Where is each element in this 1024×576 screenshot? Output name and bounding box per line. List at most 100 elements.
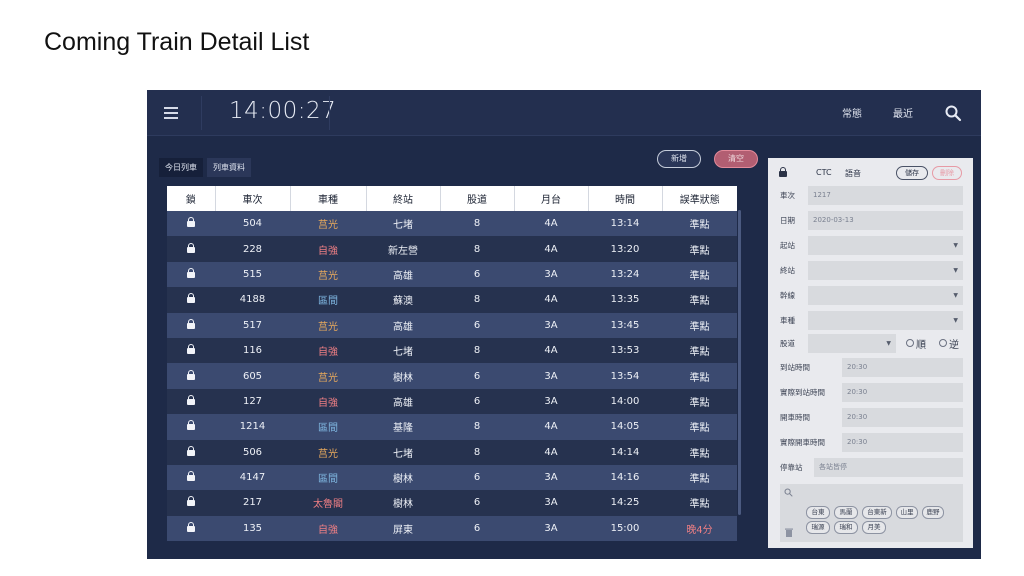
lock-icon[interactable] bbox=[187, 217, 195, 228]
menu-icon[interactable] bbox=[161, 102, 183, 124]
table-row[interactable]: 217 太魯閣 樹林 6 3A 14:25 準點 bbox=[167, 490, 737, 516]
clear-button[interactable]: 清空 bbox=[714, 150, 758, 168]
lock-icon[interactable] bbox=[187, 369, 195, 380]
lock-icon[interactable] bbox=[187, 445, 195, 456]
destination-cell: 七堵 bbox=[366, 337, 440, 364]
col-header[interactable]: 誤準狀態 bbox=[662, 186, 737, 211]
table-row[interactable]: 1214 區間 基隆 8 4A 14:05 準點 bbox=[167, 414, 737, 440]
col-header[interactable]: 鎖 bbox=[167, 186, 216, 211]
search-icon[interactable] bbox=[944, 104, 962, 122]
status-cell: 準點 bbox=[662, 312, 737, 338]
forward-radio[interactable] bbox=[906, 339, 914, 347]
lock-cell bbox=[167, 261, 215, 288]
field-label: 日期 bbox=[780, 216, 795, 225]
caret-down-icon: ▼ bbox=[953, 317, 958, 324]
station-chip[interactable]: 台東 bbox=[806, 506, 830, 519]
status-cell: 準點 bbox=[662, 414, 737, 440]
col-header[interactable]: 車種 bbox=[290, 186, 367, 211]
lock-icon[interactable] bbox=[187, 267, 195, 278]
time-input[interactable]: 20:30 bbox=[842, 383, 963, 402]
station-chip[interactable]: 瑞和 bbox=[834, 521, 858, 534]
time-input[interactable]: 20:30 bbox=[842, 433, 963, 452]
station-chip[interactable]: 鹿野 bbox=[922, 506, 944, 519]
platform-cell: 4A bbox=[514, 287, 588, 313]
field-select[interactable]: ▼ bbox=[808, 261, 963, 280]
reverse-radio[interactable] bbox=[939, 339, 947, 347]
station-chip[interactable]: 月美 bbox=[862, 521, 886, 534]
table-row[interactable]: 4188 區間 蘇澳 8 4A 13:35 準點 bbox=[167, 287, 737, 313]
table-row[interactable]: 116 自強 七堵 8 4A 13:53 準點 bbox=[167, 337, 737, 364]
ctc-label[interactable]: CTC bbox=[816, 168, 832, 177]
save-button[interactable]: 儲存 bbox=[896, 166, 928, 180]
table-row[interactable]: 135 自強 屏東 6 3A 15:00 晚4分 bbox=[167, 515, 737, 542]
lock-icon[interactable] bbox=[187, 242, 195, 253]
lock-icon[interactable] bbox=[187, 420, 195, 431]
lock-icon[interactable] bbox=[187, 394, 195, 405]
status-cell: 準點 bbox=[662, 261, 737, 288]
table-row[interactable]: 4147 區間 樹林 6 3A 14:16 準點 bbox=[167, 464, 737, 491]
search-icon[interactable] bbox=[784, 488, 793, 497]
col-header[interactable]: 月台 bbox=[514, 186, 589, 211]
add-button[interactable]: 新增 bbox=[657, 150, 701, 168]
time-input[interactable]: 20:30 bbox=[842, 408, 963, 427]
station-selector: 台東 馬蘭 台東新 山里 鹿野瑞源 瑞和 月美 bbox=[780, 484, 963, 542]
destination-cell: 樹林 bbox=[366, 464, 440, 491]
delete-button[interactable]: 刪除 bbox=[932, 166, 962, 180]
col-header[interactable]: 時間 bbox=[588, 186, 663, 211]
col-header[interactable]: 終站 bbox=[366, 186, 441, 211]
platform-cell: 4A bbox=[514, 414, 588, 440]
tab-today-trains[interactable]: 今日列車 bbox=[159, 158, 203, 177]
station-chip[interactable]: 馬蘭 bbox=[834, 506, 858, 519]
trash-icon[interactable] bbox=[785, 528, 793, 537]
col-header[interactable]: 車次 bbox=[215, 186, 291, 211]
table-row[interactable]: 228 自強 新左營 8 4A 13:20 準點 bbox=[167, 236, 737, 262]
reverse-label: 逆 bbox=[949, 340, 959, 351]
time-input[interactable]: 20:30 bbox=[842, 358, 963, 377]
lock-icon[interactable] bbox=[187, 521, 195, 532]
track-select[interactable]: ▼ bbox=[808, 334, 896, 353]
train-type-cell: 區間 bbox=[290, 287, 366, 313]
time-cell: 13:24 bbox=[588, 261, 662, 288]
station-chip[interactable]: 瑞源 bbox=[806, 521, 830, 534]
track-cell: 6 bbox=[440, 261, 514, 288]
table-row[interactable]: 504 莒光 七堵 8 4A 13:14 準點 bbox=[167, 211, 737, 237]
forward-label: 順 bbox=[916, 340, 926, 351]
status-cell: 準點 bbox=[662, 490, 737, 516]
nav-normal[interactable]: 常態 bbox=[842, 105, 862, 120]
train-number-cell: 4188 bbox=[215, 287, 290, 313]
time-cell: 13:45 bbox=[588, 312, 662, 338]
table-scrollbar[interactable] bbox=[738, 210, 741, 515]
field-select[interactable]: ▼ bbox=[808, 311, 963, 330]
destination-cell: 七堵 bbox=[366, 439, 440, 465]
field-input[interactable]: 1217 bbox=[808, 186, 963, 205]
lock-icon[interactable] bbox=[187, 293, 195, 304]
station-chip[interactable]: 山里 bbox=[896, 506, 918, 519]
tab-train-data[interactable]: 列車資料 bbox=[207, 158, 251, 177]
table-row[interactable]: 517 莒光 高雄 6 3A 13:45 準點 bbox=[167, 312, 737, 338]
lock-icon[interactable] bbox=[187, 496, 195, 507]
col-header[interactable]: 股道 bbox=[440, 186, 515, 211]
train-type-cell: 自強 bbox=[290, 388, 366, 415]
field-row: 車次 1217 bbox=[780, 186, 963, 206]
table-row[interactable]: 127 自強 高雄 6 3A 14:00 準點 bbox=[167, 388, 737, 415]
table-row[interactable]: 605 莒光 樹林 6 3A 13:54 準點 bbox=[167, 363, 737, 389]
field-row: 起站 ▼ bbox=[780, 236, 963, 256]
stops-field[interactable]: 各站皆停 bbox=[814, 458, 963, 477]
station-chip[interactable]: 台東新 bbox=[862, 506, 892, 519]
table-header-row: 鎖 車次 車種 終站 股道 月台 時間 誤準狀態 bbox=[167, 186, 737, 211]
table-row[interactable]: 515 莒光 高雄 6 3A 13:24 準點 bbox=[167, 261, 737, 288]
status-cell: 準點 bbox=[662, 439, 737, 465]
field-select[interactable]: ▼ bbox=[808, 286, 963, 305]
lock-icon[interactable] bbox=[187, 344, 195, 355]
lock-icon[interactable] bbox=[779, 167, 787, 177]
nav-recent[interactable]: 最近 bbox=[893, 105, 913, 120]
field-input[interactable]: 2020-03-13 bbox=[808, 211, 963, 230]
voice-label[interactable]: 語音 bbox=[845, 168, 861, 179]
table-row[interactable]: 506 莒光 七堵 8 4A 14:14 準點 bbox=[167, 439, 737, 465]
train-number-cell: 605 bbox=[215, 363, 290, 389]
tab-bar: 今日列車 列車資料 bbox=[159, 155, 255, 177]
lock-icon[interactable] bbox=[187, 318, 195, 329]
field-select[interactable]: ▼ bbox=[808, 236, 963, 255]
time-cell: 14:05 bbox=[588, 414, 662, 440]
lock-icon[interactable] bbox=[187, 471, 195, 482]
